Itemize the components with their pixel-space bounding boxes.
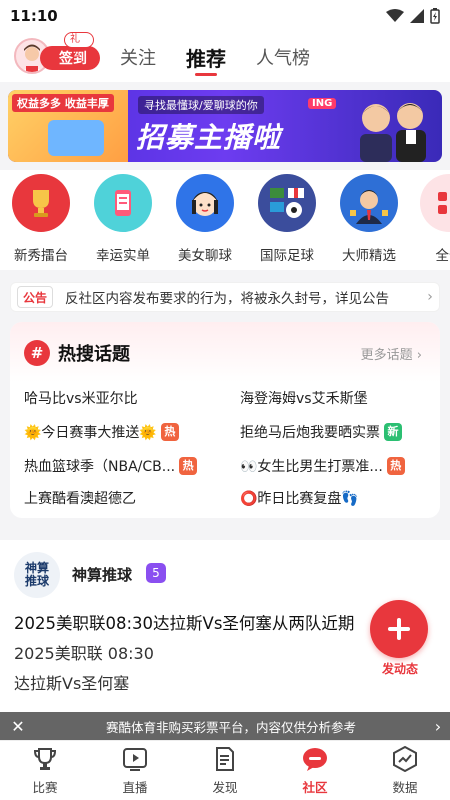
nav-data[interactable]: 数据 (360, 741, 450, 800)
nav-matches[interactable]: 比赛 (0, 741, 90, 800)
host-characters-icon (360, 103, 426, 162)
post-line: 达拉斯Vs圣何塞 (14, 674, 130, 693)
disclaimer-text: 赛酷体育非购买彩票平台，内容仅供分析参考 (105, 719, 356, 735)
topic-item[interactable]: 哈马比vs米亚尔比 (24, 388, 138, 408)
nav-label: 发现 (212, 780, 238, 795)
nav-label: 直播 (122, 780, 148, 795)
chart-icon (391, 745, 419, 773)
feed-tabs: 关注 推荐 人气榜 (120, 32, 310, 82)
post-title: 2025美职联08:30达拉斯Vs圣何塞从两队近期 (14, 614, 355, 633)
category-rookie-arena[interactable]: 新秀擂台 (10, 174, 72, 264)
category-row: 新秀擂台 幸运实单 美女聊球 国际足球 大师精选 全部 (0, 170, 450, 270)
level-badge: 5 (146, 563, 166, 583)
plus-icon[interactable] (370, 600, 428, 658)
category-label: 国际足球 (260, 248, 314, 264)
tab-recommend[interactable]: 推荐 (186, 32, 226, 82)
promo-banner[interactable]: 权益多多 收益丰厚 寻找最懂球/爱聊球的你 ING 招募主播啦 (8, 90, 442, 162)
phone-ticket-icon (94, 174, 152, 232)
hot-tag: 热 (386, 457, 405, 475)
tab-popularity[interactable]: 人气榜 (256, 32, 310, 82)
announcement-bar[interactable]: 公告 反社区内容发布要求的行为，将被永久封号，详见公告 › (10, 282, 440, 312)
tab-follow[interactable]: 关注 (120, 32, 156, 82)
banner-subtitle: 寻找最懂球/爱聊球的你 (138, 96, 264, 114)
flags-football-icon (258, 174, 316, 232)
trophy-icon (12, 174, 70, 232)
status-bar: 11:10 (0, 0, 450, 32)
community-icon (301, 745, 329, 773)
category-master-picks[interactable]: 大师精选 (338, 174, 400, 264)
girl-icon (176, 174, 234, 232)
banner-tag: 权益多多 收益丰厚 (12, 94, 114, 112)
topic-text: 🌞今日赛事大推送🌞 (24, 425, 157, 441)
hashtag-icon: # (24, 340, 50, 366)
topic-item[interactable]: 上赛酷看澳超德乙 (24, 488, 136, 508)
gift-box-icon (48, 120, 104, 156)
bottom-nav: 比赛 直播 发现 社区 数据 (0, 740, 450, 800)
nav-discover[interactable]: 发现 (180, 741, 270, 800)
document-icon (211, 745, 239, 773)
signal-icon (410, 9, 424, 23)
hot-topics-card: # 热搜话题 更多话题 › 哈马比vs米亚尔比 海登海姆vs艾禾斯堡 🌞今日赛事… (10, 322, 440, 518)
topic-text: 哈马比vs米亚尔比 (24, 391, 138, 407)
category-label: 幸运实单 (96, 248, 150, 264)
status-icons (386, 8, 440, 24)
topic-text: 热血篮球季（NBA/CB... (24, 459, 176, 475)
hot-tag: 热 (160, 423, 179, 441)
author-avatar[interactable]: 神算 推球 (14, 552, 60, 598)
category-all[interactable]: 全部 (418, 174, 450, 264)
topic-item[interactable]: 👀女生比男生打票准... 热 (240, 456, 405, 476)
play-icon (121, 745, 149, 773)
gift-badge: 礼包 (64, 32, 94, 59)
more-topics-link[interactable]: 更多话题 › (361, 344, 422, 363)
master-icon (340, 174, 398, 232)
topic-text: 海登海姆vs艾禾斯堡 (240, 391, 368, 407)
banner-badge: ING (308, 98, 337, 109)
category-intl-football[interactable]: 国际足球 (256, 174, 318, 264)
banner-headline: 招募主播啦 (136, 121, 282, 154)
topic-text: 👀女生比男生打票准... (240, 459, 383, 475)
post-dynamic-button[interactable]: 发动态 (370, 600, 430, 676)
checkin-button[interactable]: 签到 礼包 (14, 32, 100, 74)
nav-label: 比赛 (32, 780, 58, 795)
wifi-icon (386, 9, 404, 22)
author-name[interactable]: 神算推球 (72, 564, 132, 585)
nav-label: 数据 (392, 780, 418, 795)
hot-tag: 热 (179, 457, 198, 475)
topic-item[interactable]: 热血篮球季（NBA/CB... 热 (24, 456, 198, 476)
new-tag: 新 (384, 423, 402, 441)
nav-community[interactable]: 社区 (270, 741, 360, 800)
category-lucky-bets[interactable]: 幸运实单 (92, 174, 154, 264)
battery-icon (430, 8, 440, 24)
more-topics-label: 更多话题 (360, 348, 413, 363)
post-dynamic-label: 发动态 (381, 662, 418, 676)
disclaimer-bar: ✕ 赛酷体育非购买彩票平台，内容仅供分析参考 › (0, 712, 450, 740)
category-girl-talk[interactable]: 美女聊球 (174, 174, 236, 264)
category-label: 美女聊球 (178, 248, 232, 264)
category-label: 全部 (435, 248, 450, 264)
trophy-cup-icon (31, 745, 59, 773)
top-header: 签到 礼包 关注 推荐 人气榜 (0, 32, 450, 82)
close-icon[interactable]: ✕ (0, 717, 36, 736)
topic-item[interactable]: 拒绝马后炮我要晒实票新 (240, 422, 402, 442)
chevron-right-icon[interactable]: › (426, 717, 450, 736)
topic-text: 上赛酷看澳超德乙 (24, 491, 136, 507)
topic-item[interactable]: 海登海姆vs艾禾斯堡 (240, 388, 368, 408)
chevron-right-icon[interactable]: › (421, 289, 439, 305)
topic-text: 拒绝马后炮我要晒实票 (240, 425, 380, 441)
category-label: 新秀擂台 (14, 248, 68, 264)
topic-item[interactable]: ⭕昨日比赛复盘👣 (240, 488, 359, 508)
hot-topics-title: 热搜话题 (58, 344, 130, 365)
category-label: 大师精选 (342, 248, 396, 264)
topic-text: ⭕昨日比赛复盘👣 (240, 491, 359, 507)
grid-icon (420, 174, 450, 232)
nav-label: 社区 (302, 780, 328, 795)
topic-item[interactable]: 🌞今日赛事大推送🌞 热 (24, 422, 179, 442)
announcement-text: 反社区内容发布要求的行为，将被永久封号，详见公告 (65, 291, 389, 307)
post-line: 2025美职联 08:30 (14, 644, 154, 663)
status-time: 11:10 (10, 7, 58, 25)
announcement-badge: 公告 (17, 286, 53, 308)
nav-live[interactable]: 直播 (90, 741, 180, 800)
